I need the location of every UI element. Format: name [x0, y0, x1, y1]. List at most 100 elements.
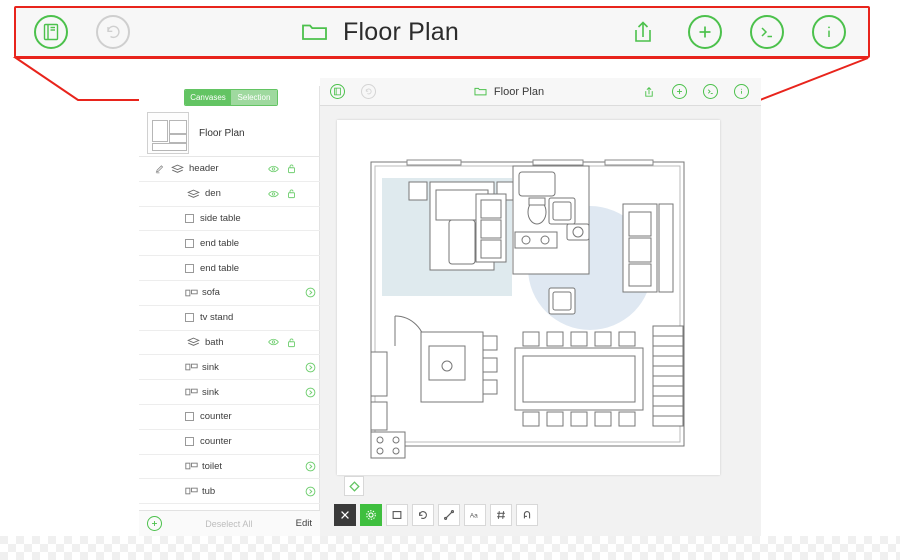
layer-row-label: sink [202, 386, 219, 398]
layer-row[interactable]: tub [139, 479, 320, 505]
transparency-checker-strip [0, 536, 900, 560]
canvas-toolbar: Aa [334, 502, 538, 528]
text-tool-icon[interactable]: Aa [464, 504, 486, 526]
object-icon [185, 362, 198, 372]
layer-row-label: end table [200, 237, 240, 249]
shape-icon [185, 213, 194, 223]
folder-icon [297, 15, 331, 49]
shape-icon [185, 263, 194, 273]
layer-row[interactable]: end table [139, 231, 320, 257]
layer-row[interactable]: counter [139, 430, 320, 455]
line-tool-icon[interactable] [438, 504, 460, 526]
app-page-title: Floor Plan [493, 85, 545, 98]
layer-row-label: side table [200, 212, 241, 224]
document-outline-icon[interactable] [34, 15, 68, 49]
app-toolbar-right-group [641, 84, 761, 99]
console-icon[interactable] [750, 15, 784, 49]
settings-gear-icon[interactable] [360, 504, 382, 526]
disclosure-chevron-icon[interactable] [300, 362, 320, 373]
shape-popover-button[interactable] [344, 476, 364, 496]
layer-row-label: tub [202, 485, 216, 497]
floor-plan-canvas[interactable] [337, 120, 720, 475]
layer-row-label: end table [200, 262, 240, 274]
add-icon-small[interactable] [672, 84, 687, 99]
layer-icon [187, 189, 201, 199]
undo-icon[interactable] [96, 15, 130, 49]
disclosure-chevron-icon[interactable] [300, 387, 320, 398]
sidebar: Canvases Selection Floor Plan header den s… [139, 86, 320, 536]
undo-icon-small[interactable] [361, 84, 376, 99]
layer-row[interactable]: side table [139, 207, 320, 232]
lock-icon[interactable] [282, 163, 300, 174]
layer-row[interactable]: den [139, 182, 320, 207]
visibility-eye-icon[interactable] [264, 190, 282, 198]
visibility-eye-icon[interactable] [264, 165, 282, 173]
layer-row-label: bath [205, 336, 224, 348]
layer-row[interactable]: sofa [139, 281, 320, 306]
layer-list: header den side table end table end table sof… [139, 157, 320, 505]
sidebar-footer: Deselect All Edit [139, 510, 320, 536]
object-icon [185, 288, 198, 298]
disclosure-chevron-icon[interactable] [300, 486, 320, 497]
grid-tool-icon[interactable] [490, 504, 512, 526]
object-icon [185, 486, 198, 496]
layer-row[interactable]: tv stand [139, 306, 320, 331]
svg-text:Aa: Aa [469, 512, 477, 519]
object-icon [185, 461, 198, 471]
add-icon[interactable] [688, 15, 722, 49]
layer-row[interactable]: sink [139, 380, 320, 405]
rectangle-tool-icon[interactable] [386, 504, 408, 526]
lock-icon[interactable] [282, 337, 300, 348]
share-icon[interactable] [626, 15, 660, 49]
shape-icon [185, 238, 194, 248]
sidebar-segmented-control[interactable]: Canvases Selection [184, 89, 278, 106]
layer-row-label: den [205, 188, 221, 200]
canvas-list-item[interactable]: Floor Plan [139, 110, 320, 157]
layer-row-label: sofa [202, 287, 220, 299]
app-screen: Floor Plan Canvases Selection Floor Plan… [139, 78, 761, 536]
layer-row[interactable]: header [139, 157, 320, 182]
canvas-name-label: Floor Plan [199, 127, 245, 139]
segment-selection[interactable]: Selection [231, 90, 277, 105]
edit-button[interactable]: Edit [296, 518, 312, 529]
share-icon-small[interactable] [641, 84, 656, 99]
page-title: Floor Plan [343, 17, 459, 46]
layer-row[interactable]: sink [139, 355, 320, 381]
zoomed-toolbar-right-group [626, 15, 868, 49]
deselect-all-button[interactable]: Deselect All [170, 519, 288, 529]
canvas-area[interactable]: Aa [320, 106, 761, 536]
add-canvas-icon[interactable] [147, 516, 162, 531]
document-outline-icon-small[interactable] [330, 84, 345, 99]
visibility-eye-icon[interactable] [264, 338, 282, 346]
shape-icon [185, 412, 194, 422]
zoomed-toolbar: Floor Plan [14, 6, 870, 58]
disclosure-chevron-icon[interactable] [300, 461, 320, 472]
floor-plan-drawing [370, 159, 685, 459]
layer-row[interactable]: end table [139, 256, 320, 281]
console-icon-small[interactable] [703, 84, 718, 99]
layer-row[interactable]: bath [139, 331, 320, 356]
zoomed-toolbar-left-group [16, 15, 130, 49]
layer-row-label: header [189, 163, 219, 175]
info-icon-small[interactable] [734, 84, 749, 99]
close-tool-icon[interactable] [334, 504, 356, 526]
layer-row[interactable]: toilet [139, 455, 320, 480]
app-toolbar: Floor Plan [320, 78, 761, 106]
app-toolbar-left-group [320, 84, 376, 99]
magnet-tool-icon[interactable] [516, 504, 538, 526]
object-icon [185, 387, 198, 397]
info-icon[interactable] [812, 15, 846, 49]
layer-row-label: counter [200, 436, 232, 448]
layer-icon [187, 337, 201, 347]
app-title-group: Floor Plan [376, 84, 641, 99]
layer-row-label: tv stand [200, 312, 234, 324]
pencil-icon[interactable] [155, 164, 169, 174]
layer-row[interactable]: counter [139, 405, 320, 430]
folder-icon-small [473, 84, 488, 99]
segment-canvases[interactable]: Canvases [185, 90, 231, 105]
disclosure-chevron-icon[interactable] [300, 287, 320, 298]
layer-icon [171, 164, 185, 174]
lock-icon[interactable] [282, 188, 300, 199]
rotate-tool-icon[interactable] [412, 504, 434, 526]
layer-row-label: toilet [202, 460, 223, 472]
